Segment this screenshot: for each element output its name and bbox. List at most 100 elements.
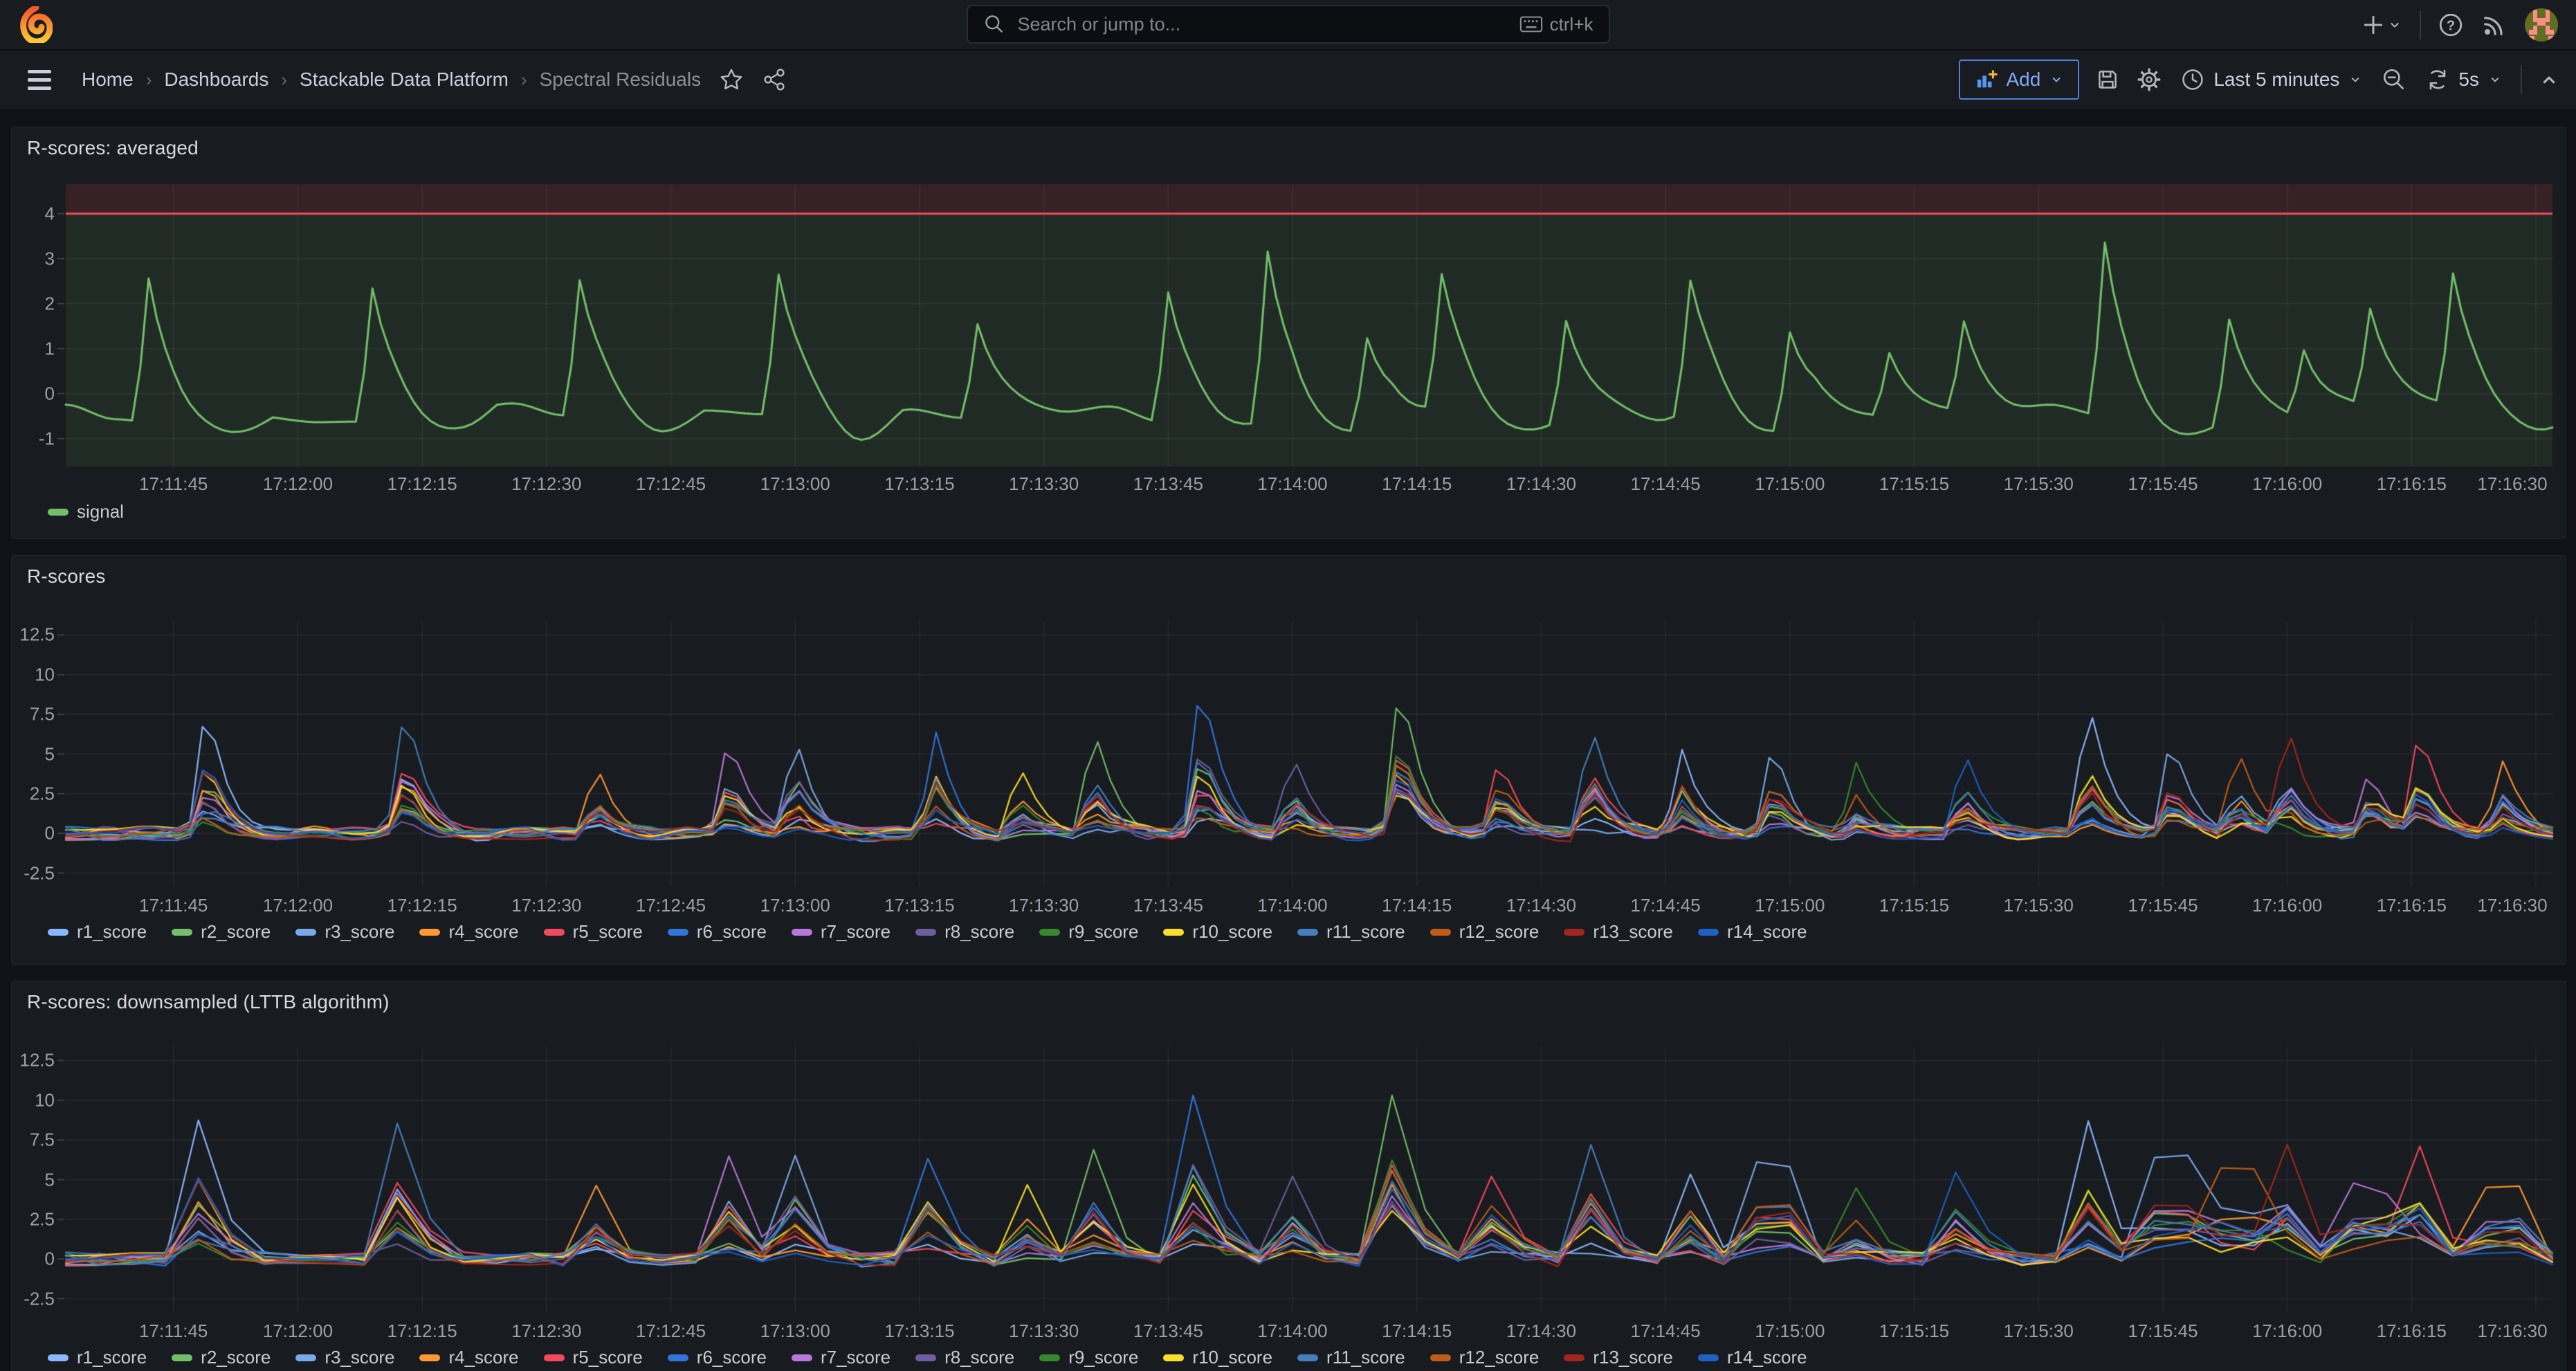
save-dashboard-button[interactable]: [2094, 66, 2121, 93]
breadcrumb-dashboards[interactable]: Dashboards: [164, 69, 268, 91]
x-axis-tick-label: 17:11:45: [122, 895, 226, 916]
chevron-up-icon: [2537, 68, 2561, 91]
y-axis-tick-label: 7.5: [13, 704, 55, 725]
x-axis-tick-label: 17:16:15: [2359, 473, 2463, 495]
y-axis-tick-label: 2.5: [13, 783, 55, 804]
avatar[interactable]: [2525, 8, 2558, 42]
legend-item-r13_score[interactable]: r13_score: [1564, 1347, 1673, 1368]
zoom-out-icon: [2381, 66, 2407, 93]
legend-item-r11_score[interactable]: r11_score: [1297, 921, 1405, 943]
panel-title[interactable]: R-scores: downsampled (LTTB algorithm): [27, 991, 390, 1013]
breadcrumb-separator: ›: [521, 69, 527, 91]
y-axis-tick-label: 10: [13, 664, 55, 685]
share-button[interactable]: [762, 67, 787, 92]
legend-item-r12_score[interactable]: r12_score: [1430, 921, 1540, 943]
chart-legend: r1_score r2_score r3_score r4_score r5_score…: [48, 921, 1807, 943]
legend-item-signal[interactable]: signal: [48, 501, 124, 523]
legend-item-r11_score[interactable]: r11_score: [1297, 1347, 1405, 1368]
time-range-picker[interactable]: Last 5 minutes: [2177, 67, 2366, 92]
legend-item-r1_score[interactable]: r1_score: [48, 921, 147, 943]
add-label: Add: [2006, 69, 2040, 91]
legend-item-r2_score[interactable]: r2_score: [172, 921, 271, 943]
legend-label: r5_score: [573, 921, 643, 943]
grafana-app: ctrl+k ?: [0, 0, 2576, 1371]
legend-item-r7_score[interactable]: r7_score: [792, 1347, 890, 1368]
y-axis-tick-label: 0: [13, 823, 55, 844]
refresh-button[interactable]: 5s: [2422, 67, 2505, 92]
add-panel-button[interactable]: Add: [1959, 60, 2079, 100]
refresh-icon: [2425, 67, 2450, 92]
dashboard-settings-button[interactable]: [2136, 66, 2162, 93]
legend-item-r2_score[interactable]: r2_score: [172, 1347, 271, 1368]
legend-label: r1_score: [77, 921, 147, 943]
new-button[interactable]: [2360, 12, 2403, 38]
legend-item-r14_score[interactable]: r14_score: [1698, 1347, 1807, 1368]
legend-item-r5_score[interactable]: r5_score: [544, 921, 643, 943]
legend-item-r8_score[interactable]: r8_score: [915, 1347, 1014, 1368]
legend-item-r10_score[interactable]: r10_score: [1163, 1347, 1272, 1368]
breadcrumb-home[interactable]: Home: [82, 69, 134, 91]
x-axis-tick-label: 17:13:45: [1116, 895, 1220, 916]
legend-item-r5_score[interactable]: r5_score: [544, 1347, 643, 1368]
legend-swatch: [1163, 1354, 1184, 1361]
legend-item-r10_score[interactable]: r10_score: [1163, 921, 1272, 943]
y-axis-tick-label: 2: [13, 293, 55, 314]
legend-swatch: [48, 509, 68, 516]
search-input[interactable]: [1016, 13, 1508, 36]
x-axis-tick-label: 17:12:00: [246, 1320, 349, 1342]
legend-swatch: [1039, 929, 1060, 936]
panel-title[interactable]: R-scores: [27, 565, 106, 588]
legend-item-r9_score[interactable]: r9_score: [1039, 1347, 1138, 1368]
x-axis-tick-label: 17:13:30: [992, 895, 1096, 916]
news-button[interactable]: [2481, 11, 2508, 39]
legend-item-r3_score[interactable]: r3_score: [295, 1347, 394, 1368]
legend-label: r7_score: [821, 1347, 890, 1368]
x-axis-tick-label: 17:12:45: [619, 1320, 723, 1342]
x-axis-tick-label: 17:14:15: [1365, 1320, 1469, 1342]
y-axis-tick-label: 0: [13, 383, 55, 404]
breadcrumb-separator: ›: [146, 69, 152, 91]
x-axis-tick-label: 17:14:00: [1241, 473, 1344, 495]
breadcrumb-folder[interactable]: Stackable Data Platform: [300, 69, 509, 91]
legend-item-r6_score[interactable]: r6_score: [668, 921, 767, 943]
x-axis-tick-label: 17:13:00: [743, 895, 847, 916]
chart-canvas[interactable]: [12, 981, 2566, 1371]
x-axis-tick-label: 17:12:00: [246, 895, 349, 916]
legend-item-r12_score[interactable]: r12_score: [1430, 1347, 1540, 1368]
legend-item-r8_score[interactable]: r8_score: [915, 921, 1014, 943]
legend-item-r13_score[interactable]: r13_score: [1564, 921, 1673, 943]
legend-item-r1_score[interactable]: r1_score: [48, 1347, 147, 1368]
toolbar-divider: [2521, 65, 2522, 94]
y-axis-tick-label: 2.5: [13, 1208, 55, 1230]
x-axis-tick-label: 17:16:30: [2460, 1320, 2564, 1342]
favorite-button[interactable]: [719, 67, 744, 92]
x-axis-tick-label: 17:14:00: [1241, 895, 1344, 916]
legend-swatch: [172, 1354, 192, 1361]
x-axis-tick-label: 17:15:30: [1986, 473, 2090, 495]
legend-label: r12_score: [1459, 1347, 1540, 1368]
legend-item-r6_score[interactable]: r6_score: [668, 1347, 767, 1368]
collapse-toolbar-button[interactable]: [2537, 68, 2561, 91]
menu-toggle-button[interactable]: [24, 69, 55, 91]
x-axis-tick-label: 17:11:45: [122, 1320, 226, 1342]
legend-item-r9_score[interactable]: r9_score: [1039, 921, 1138, 943]
dashboard-toolbar: Home › Dashboards › Stackable Data Platf…: [0, 51, 2576, 109]
legend-item-r7_score[interactable]: r7_score: [792, 921, 890, 943]
legend-item-r14_score[interactable]: r14_score: [1698, 921, 1807, 943]
zoom-out-button[interactable]: [2381, 66, 2407, 93]
legend-item-r4_score[interactable]: r4_score: [419, 921, 518, 943]
grafana-logo[interactable]: [19, 6, 53, 43]
chevron-down-icon: [2348, 72, 2363, 87]
panel-title[interactable]: R-scores: averaged: [27, 137, 199, 159]
legend-label: r4_score: [448, 921, 518, 943]
help-button[interactable]: ?: [2438, 12, 2464, 38]
x-axis-tick-label: 17:13:45: [1116, 473, 1220, 495]
add-panel-icon: [1974, 68, 1998, 91]
menu-icon: [28, 70, 51, 73]
x-axis-tick-label: 17:16:00: [2236, 473, 2339, 495]
legend-item-r3_score[interactable]: r3_score: [295, 921, 394, 943]
x-axis-tick-label: 17:16:30: [2460, 895, 2564, 916]
search-icon: [983, 13, 1005, 35]
legend-item-r4_score[interactable]: r4_score: [419, 1347, 518, 1368]
legend-label: r8_score: [944, 921, 1014, 943]
